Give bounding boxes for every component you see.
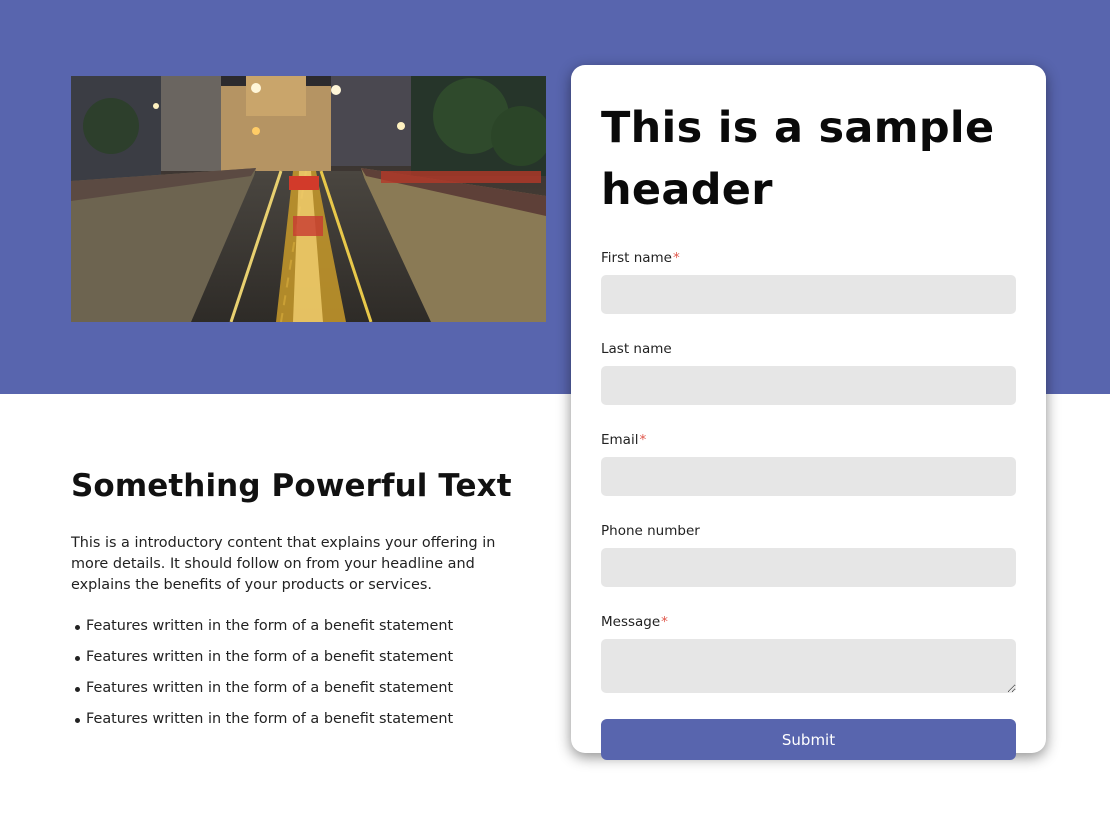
list-item: Features written in the form of a benefi…	[75, 709, 531, 730]
required-marker: *	[639, 432, 647, 448]
intro-paragraph: This is a introductory content that expl…	[71, 535, 496, 593]
message-field-group: Message*	[601, 613, 1016, 693]
last-name-label: Last name	[601, 341, 672, 357]
message-textarea[interactable]	[601, 639, 1016, 693]
email-input[interactable]	[601, 457, 1016, 496]
first-name-input[interactable]	[601, 275, 1016, 314]
email-label: Email*	[601, 432, 647, 448]
first-name-label: First name*	[601, 250, 680, 266]
last-name-field-group: Last name	[601, 340, 1016, 405]
submit-button[interactable]: Submit	[601, 719, 1016, 760]
phone-field-group: Phone number	[601, 522, 1016, 587]
feature-list: Features written in the form of a benefi…	[71, 616, 531, 730]
required-marker: *	[661, 614, 668, 630]
section-heading: Something Powerful Text	[71, 468, 512, 504]
email-field-group: Email*	[601, 431, 1016, 496]
phone-label: Phone number	[601, 523, 700, 539]
message-label: Message*	[601, 614, 668, 630]
form-title: This is a sample header	[601, 103, 995, 215]
first-name-field-group: First name*	[601, 249, 1016, 314]
list-item: Features written in the form of a benefi…	[75, 616, 531, 637]
contact-form: First name* Last name Email* Phone numbe…	[601, 249, 1016, 760]
hero-photo	[71, 76, 546, 322]
list-item: Features written in the form of a benefi…	[75, 678, 531, 699]
list-item: Features written in the form of a benefi…	[75, 647, 531, 668]
required-marker: *	[673, 250, 680, 266]
intro-section: Something Powerful Text This is a introd…	[71, 466, 531, 740]
contact-form-card: This is a sample header First name* Last…	[571, 65, 1046, 760]
city-street-night-photo-icon	[71, 76, 546, 322]
last-name-input[interactable]	[601, 366, 1016, 405]
phone-input[interactable]	[601, 548, 1016, 587]
